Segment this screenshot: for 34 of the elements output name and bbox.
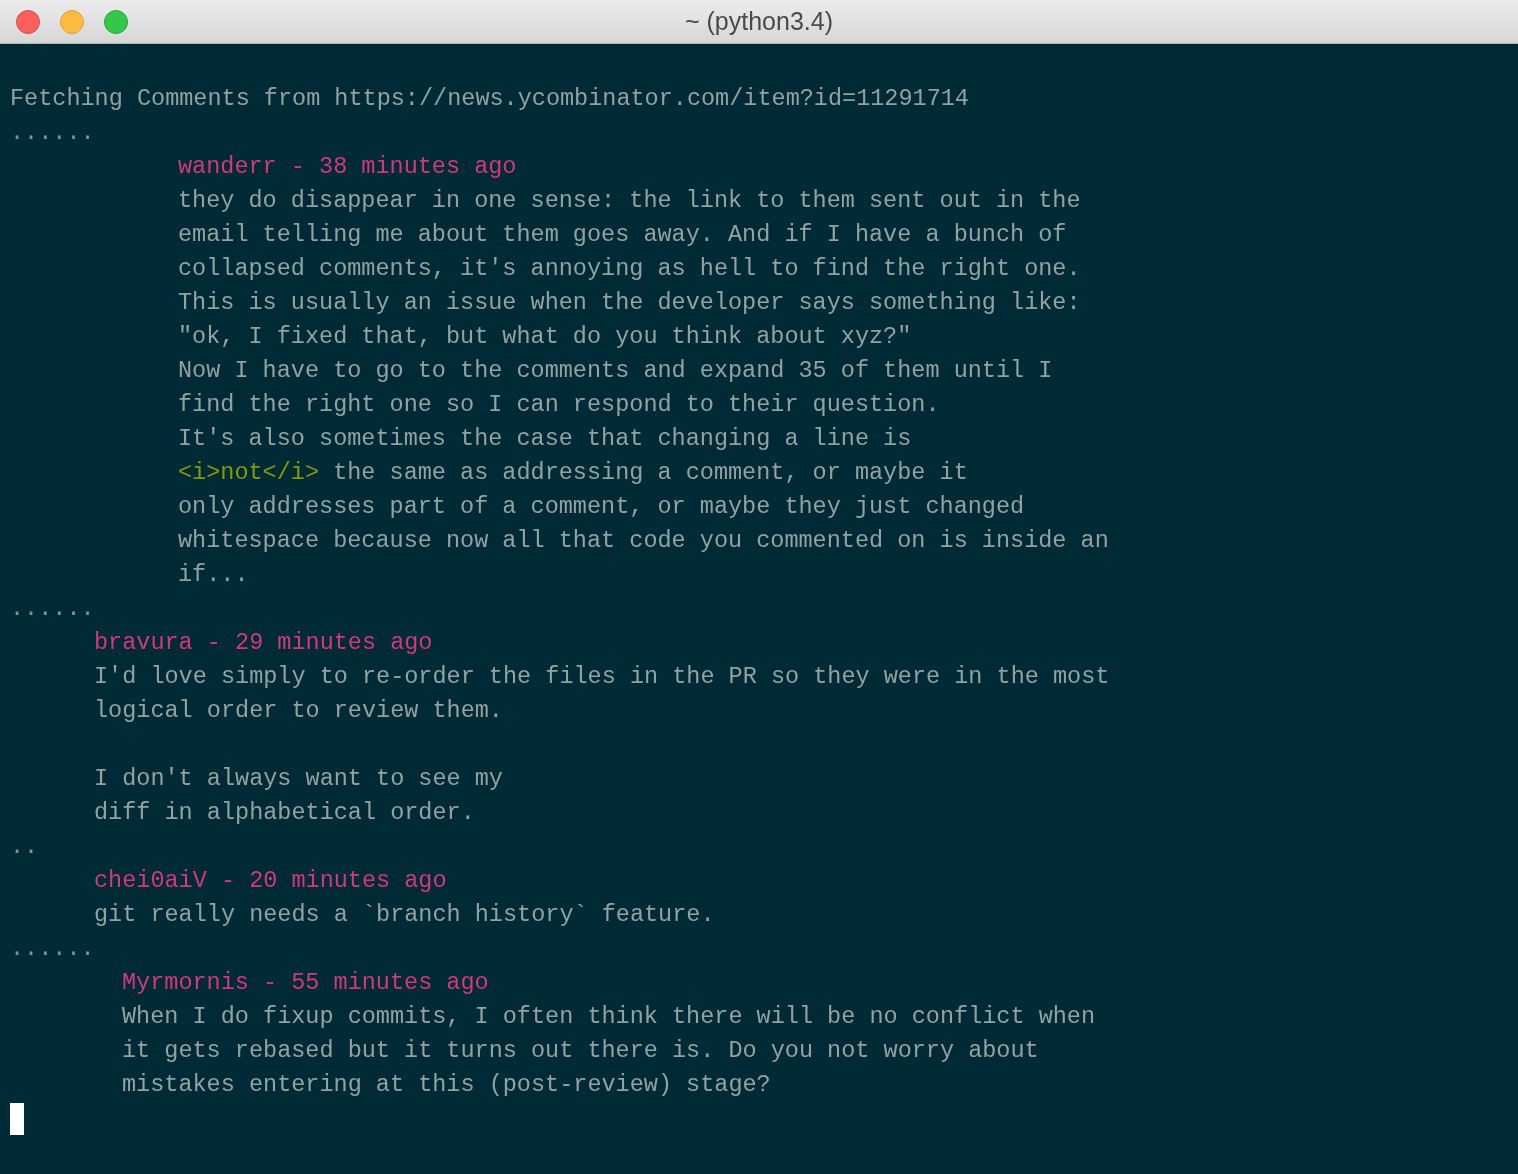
window-title: ~ (python3.4) [685,6,833,38]
comment-text-line: it gets rebased but it turns out there is. Do you not worry about [122,1036,1039,1066]
comment-text-line: they do disappear in one sense: the link to them sent out in the [178,186,1081,216]
comment-text-line: if... [178,560,249,590]
comment-text-line: I don't always want to see my [94,764,503,794]
cursor [10,1103,24,1135]
separator-dots: .. [10,832,39,862]
comment-text-line: email telling me about them goes away. And if I have a bunch of [178,220,1067,250]
comment-header: bravura - 29 minutes ago [94,628,433,658]
comment-text-line: When I do fixup commits, I often think there will be no conflict when [122,1002,1096,1032]
comment-header: Myrmornis - 55 minutes ago [122,968,489,998]
separator-dots: ...... [10,594,95,624]
comment-text-line: whitespace because now all that code you commented on is inside an [178,526,1109,556]
comment-text-line: find the right one so I can respond to their question. [178,390,940,420]
comment-text-line: git really needs a `branch history` feature. [94,900,715,930]
comment-text-line: collapsed comments, it's annoying as hell to find the right one. [178,254,1081,284]
comment-header: chei0aiV - 20 minutes ago [94,866,447,896]
comment-text-line: <i>not</i> the same as addressing a comment, or maybe it [178,458,968,488]
comment-text-line: mistakes entering at this (post-review) stage? [122,1070,771,1100]
separator-dots: ...... [10,118,95,148]
status-line: Fetching Comments from https://news.ycombinator.com/item?id=11291714 [10,84,969,114]
comment-text-line: diff in alphabetical order. [94,798,475,828]
comment-text-line: I'd love simply to re-order the files in the PR so they were in the most [94,662,1110,692]
minimize-button[interactable] [60,9,84,34]
comment-text-line: This is usually an issue when the developer says something like: [178,288,1081,318]
comment-text-line: Now I have to go to the comments and expand 35 of them until I [178,356,1053,386]
comment-text-line: "ok, I fixed that, but what do you think about xyz?" [178,322,912,352]
close-button[interactable] [16,9,40,34]
comment-text-line: logical order to review them. [94,696,503,726]
comment-header: wanderr - 38 minutes ago [178,152,517,182]
comment-text-line: It's also sometimes the case that changing a line is [178,424,912,454]
separator-dots: ...... [10,934,95,964]
zoom-button[interactable] [104,9,128,34]
comment-text-line: only addresses part of a comment, or maybe they just changed [178,492,1025,522]
